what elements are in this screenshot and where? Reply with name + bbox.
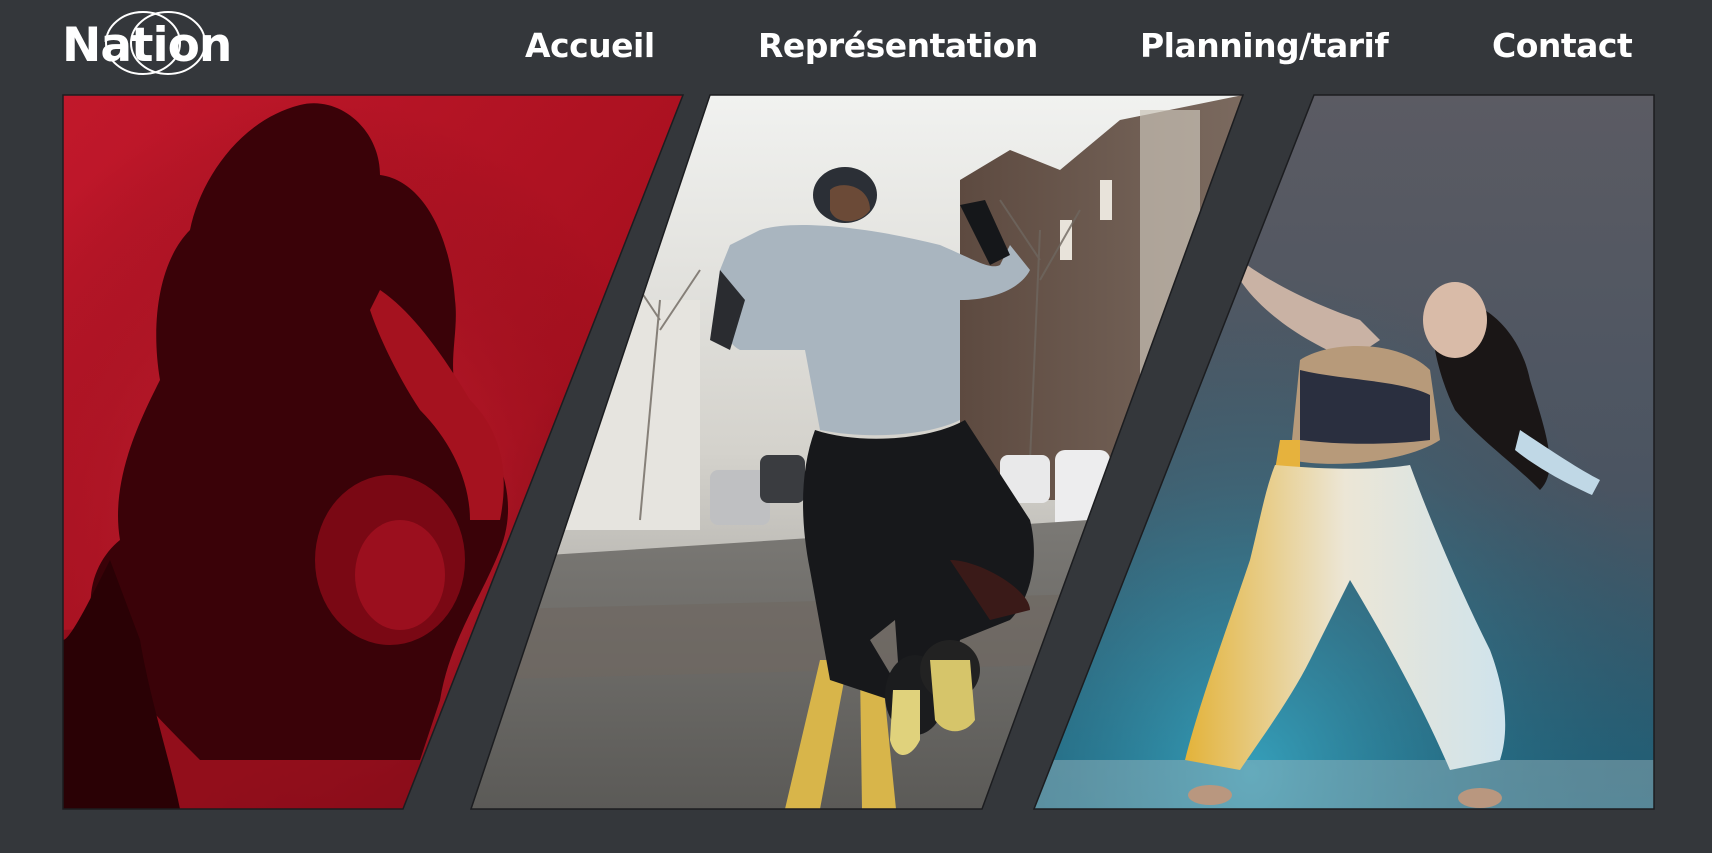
photo-gallery [0, 0, 1712, 853]
